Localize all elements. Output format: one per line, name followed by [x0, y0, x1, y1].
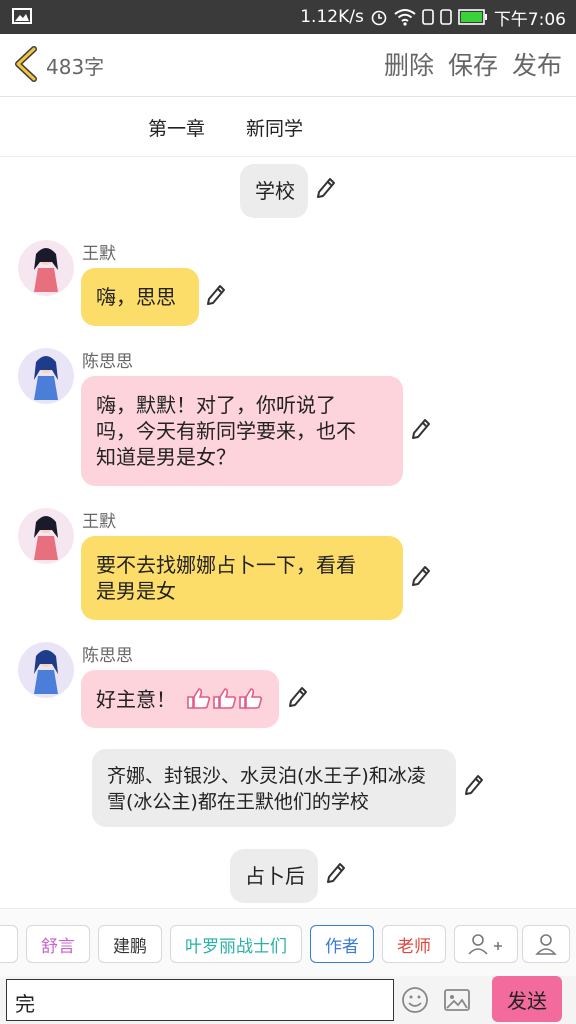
- delete-button[interactable]: 删除: [384, 46, 434, 82]
- speech-bubble[interactable]: 嗨，默默！对了，你听说了 吗，今天有新同学要来，也不 知道是男是女？: [81, 376, 403, 486]
- word-count: 483字: [46, 55, 105, 79]
- input-bar: 完 发送: [0, 976, 576, 1024]
- edit-pencil-icon[interactable]: [411, 418, 431, 440]
- image-icon: [12, 8, 32, 24]
- speech-text: 嗨，思思: [96, 285, 176, 309]
- speech-line: 是男是女: [96, 579, 176, 603]
- speech-bubble[interactable]: 要不去找娜娜占卜一下，看看 是男是女: [81, 536, 403, 620]
- send-button[interactable]: 发送: [492, 976, 562, 1022]
- chapter-number: 第一章: [148, 118, 206, 140]
- edit-pencil-icon[interactable]: [326, 862, 346, 884]
- narration-bubble[interactable]: 齐娜、封银沙、水灵泊(水王子)和冰凌 雪(冰公主)都在王默他们的学校: [92, 749, 456, 827]
- speech-text: 好主意！: [96, 687, 176, 712]
- character-selector: 舒言 建鹏 叶罗丽战士们 作者 老师: [0, 908, 576, 977]
- edit-pencil-icon[interactable]: [316, 177, 336, 199]
- status-bar: 1.12K/s 下午7:06: [0, 0, 576, 34]
- narration-bubble[interactable]: 学校: [240, 164, 308, 218]
- narration-line: 齐娜、封银沙、水灵泊(水王子)和冰凌: [107, 765, 426, 787]
- save-button[interactable]: 保存: [448, 46, 498, 82]
- character-chip[interactable]: 老师: [382, 925, 446, 963]
- speaker-name: 陈思思: [82, 646, 133, 666]
- emoji-icon[interactable]: [401, 986, 429, 1014]
- edit-pencil-icon[interactable]: [411, 565, 431, 587]
- speaker-name: 王默: [82, 244, 116, 264]
- clock: 下午7:06: [493, 9, 566, 30]
- speech-line: 嗨，默默！对了，你听说了: [96, 393, 336, 417]
- character-chip-partial[interactable]: [0, 925, 18, 963]
- editor-header: 483字 删除 保存 发布: [0, 34, 576, 97]
- chapter-header[interactable]: 第一章 新同学: [0, 96, 576, 157]
- avatar-chensisi[interactable]: [18, 348, 74, 404]
- back-arrow-icon[interactable]: [10, 46, 42, 82]
- sim-icon: [422, 9, 434, 25]
- speech-bubble[interactable]: 好主意！: [81, 670, 279, 728]
- battery-icon: [458, 9, 487, 25]
- narration-bubble[interactable]: 占卜后: [230, 849, 318, 903]
- character-manage-button[interactable]: [522, 925, 570, 963]
- character-chip[interactable]: 建鹏: [98, 925, 162, 963]
- image-icon[interactable]: [443, 987, 471, 1013]
- chapter-title: 新同学: [246, 118, 304, 140]
- character-chip[interactable]: 舒言: [26, 925, 90, 963]
- speaker-name: 陈思思: [82, 352, 133, 372]
- avatar-wangmo[interactable]: [18, 240, 74, 296]
- speaker-name: 王默: [82, 512, 116, 532]
- message-input[interactable]: 完: [6, 979, 394, 1021]
- narration-text: 占卜后: [245, 864, 305, 888]
- character-chip-selected[interactable]: 作者: [310, 925, 374, 963]
- edit-pencil-icon[interactable]: [288, 686, 308, 708]
- add-character-button[interactable]: [454, 925, 518, 963]
- wifi-icon: [394, 9, 416, 26]
- edit-pencil-icon[interactable]: [464, 774, 484, 796]
- edit-pencil-icon[interactable]: [206, 284, 226, 306]
- avatar-chensisi[interactable]: [18, 642, 74, 698]
- sim-icon-2: [440, 9, 452, 25]
- thumbs-up-emoji: [186, 686, 264, 716]
- speech-line: 要不去找娜娜占卜一下，看看: [96, 553, 356, 577]
- speech-line: 知道是男是女？: [96, 445, 236, 469]
- publish-button[interactable]: 发布: [512, 46, 562, 82]
- speech-bubble[interactable]: 嗨，思思: [81, 268, 199, 326]
- character-chip[interactable]: 叶罗丽战士们: [170, 925, 302, 963]
- network-speed: 1.12K/s: [300, 7, 364, 27]
- add-person-icon: [468, 934, 502, 955]
- narration-text: 学校: [255, 179, 295, 203]
- person-icon: [535, 934, 557, 955]
- narration-line: 雪(冰公主)都在王默他们的学校: [107, 791, 369, 813]
- avatar-wangmo[interactable]: [18, 508, 74, 564]
- alarm-icon: [371, 10, 387, 26]
- speech-line: 吗，今天有新同学要来，也不: [96, 419, 356, 443]
